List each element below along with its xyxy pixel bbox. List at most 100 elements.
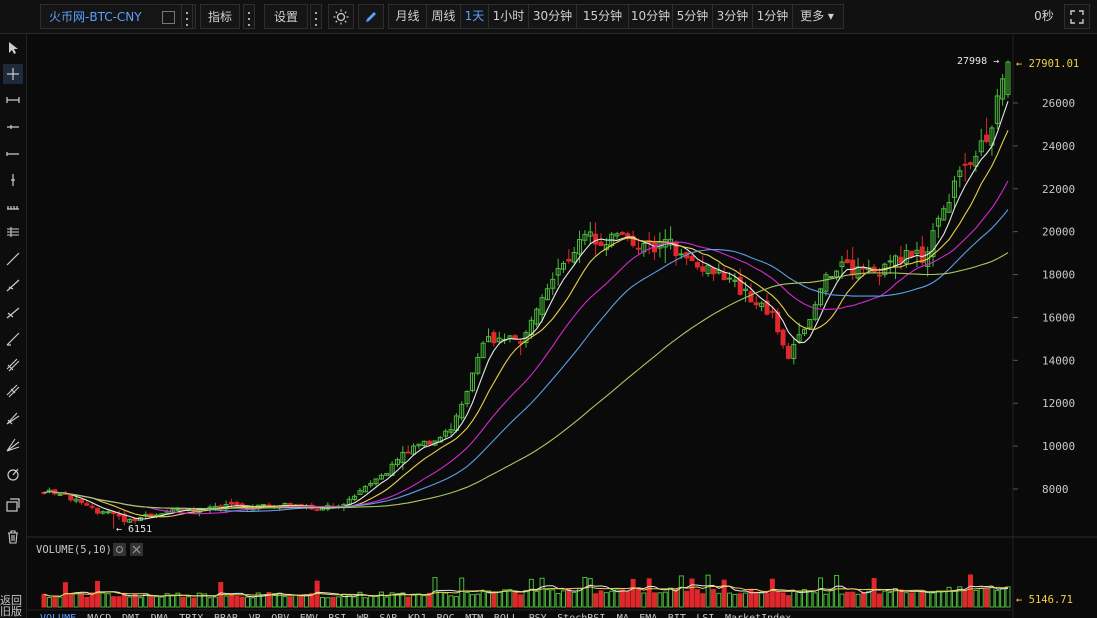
volume-bar (250, 597, 256, 608)
volume-settings-button[interactable] (113, 543, 126, 556)
period-7[interactable]: 5分钟 (673, 4, 713, 29)
angle-line-tool[interactable] (3, 275, 23, 295)
candle-body (116, 513, 122, 517)
period-0[interactable]: 月线 (389, 4, 427, 29)
edit-icon[interactable] (162, 11, 175, 24)
theme-button[interactable] (328, 4, 354, 29)
draw-button[interactable] (358, 4, 384, 29)
stack-tool[interactable] (3, 495, 23, 515)
volume-bar (293, 594, 299, 608)
vertical-line-tool[interactable] (3, 170, 23, 190)
indicator-tab-stochrsi[interactable]: StochRSI (557, 613, 605, 618)
settings-menu-button[interactable] (310, 4, 322, 29)
indicator-tab-brar[interactable]: BRAR (214, 613, 239, 618)
candle-body (593, 233, 599, 245)
kline-chart[interactable]: 8000 10000 12000 14000 16000 18000 20000 22000 2… (0, 0, 1097, 618)
symbol-selector[interactable]: 火币网-BTC-CNY (40, 4, 196, 29)
volume-bar (121, 593, 127, 608)
volume-bar (325, 597, 331, 608)
volume-title: VOLUME(5,10) (36, 544, 112, 556)
indicator-tab-marketindex[interactable]: MarketIndex (725, 613, 791, 618)
volume-bar (710, 588, 716, 608)
crosshair-tool[interactable] (3, 64, 23, 84)
symbol-menu-button[interactable] (181, 4, 193, 29)
indicator-tab-obv[interactable]: OBV (271, 613, 289, 618)
segment-tool[interactable] (3, 90, 23, 110)
candle-body (68, 494, 74, 501)
candle-body (689, 255, 695, 262)
volume-bar (352, 596, 358, 608)
indicator-tab-macd[interactable]: MACD (87, 613, 111, 618)
indicator-tab-ma[interactable]: MA (617, 613, 629, 618)
cursor-tool[interactable] (3, 38, 23, 58)
period-1[interactable]: 周线 (427, 4, 461, 29)
candle-body (769, 310, 775, 313)
period-3[interactable]: 1小时 (489, 4, 529, 29)
parallel-lines-tool[interactable] (3, 222, 23, 242)
period-2[interactable]: 1天 (461, 4, 489, 29)
trash-icon (8, 530, 18, 544)
fib-fan-tool[interactable] (3, 408, 23, 428)
trend-line-tool[interactable] (3, 249, 23, 269)
indicator-tab-boll[interactable]: BOLL (494, 613, 518, 618)
extended-line-tool[interactable] (3, 329, 23, 349)
fullscreen-button[interactable] (1064, 4, 1090, 29)
volume-bar (684, 590, 690, 608)
price-tick-label: 26000 (1042, 97, 1075, 110)
period-6[interactable]: 10分钟 (629, 4, 673, 29)
pitchfork-tool[interactable] (3, 355, 23, 375)
back-to-legacy-link[interactable]: 返回 旧版 (0, 595, 28, 617)
period-9[interactable]: 1分钟 (753, 4, 793, 29)
period-4[interactable]: 30分钟 (529, 4, 577, 29)
volume-bar (614, 589, 620, 608)
indicator-tab-emv[interactable]: EMV (300, 613, 318, 618)
period-8[interactable]: 3分钟 (713, 4, 753, 29)
volume-bar (925, 592, 931, 608)
gann-fan-tool[interactable] (3, 435, 23, 455)
indicator-tab-rsi[interactable]: RSI (328, 613, 346, 618)
period-5[interactable]: 15分钟 (577, 4, 629, 29)
indicator-tab-bit[interactable]: BIT (668, 613, 686, 618)
indicators-menu-button[interactable] (243, 4, 255, 29)
volume-bar (234, 595, 240, 608)
fib-retracement-tool[interactable] (3, 381, 23, 401)
parallel-channel-tool[interactable] (3, 302, 23, 322)
settings-button[interactable]: 设置 (264, 4, 308, 29)
spiral-tool[interactable] (3, 464, 23, 484)
volume-bar (855, 593, 861, 608)
horizontal-ray-tool[interactable] (3, 117, 23, 137)
period-10[interactable]: 更多 ▾ (793, 4, 841, 29)
indicator-tab-roc[interactable]: ROC (437, 613, 455, 618)
volume-bar (839, 593, 845, 608)
indicator-tab-trix[interactable]: TRIX (179, 613, 203, 618)
volume-bar (823, 593, 829, 608)
candle-body (635, 247, 641, 250)
indicator-tab-dma[interactable]: DMA (151, 613, 169, 618)
trend-line-icon (6, 252, 20, 266)
symbol-label: 火币网-BTC-CNY (49, 10, 142, 24)
indicators-button[interactable]: 指标 (200, 4, 240, 29)
volume-bar (775, 590, 781, 608)
indicator-tab-kdj[interactable]: KDJ (408, 613, 426, 618)
trash-tool[interactable] (3, 527, 23, 547)
indicator-tab-dmi[interactable]: DMI (122, 613, 140, 618)
indicator-tab-volume[interactable]: VOLUME (40, 613, 76, 618)
indicator-tab-wr[interactable]: WR (357, 613, 370, 618)
indicator-tab-mtm[interactable]: MTM (465, 613, 483, 618)
volume-bar (41, 593, 47, 608)
volume-bar (635, 588, 641, 608)
parallel-channel-icon (6, 307, 20, 319)
stack-icon (6, 498, 20, 512)
volume-bar (550, 589, 556, 608)
indicator-tab-vr[interactable]: VR (249, 613, 262, 618)
indicator-tab-ema[interactable]: EMA (639, 613, 657, 618)
volume-bar (893, 588, 899, 608)
indicator-tab-sar[interactable]: SAR (379, 613, 398, 618)
ray-tool[interactable] (3, 144, 23, 164)
indicator-tab-psy[interactable]: PSY (529, 613, 547, 618)
candle-body (153, 514, 159, 517)
indicator-tab-lsi[interactable]: LSI (696, 613, 714, 618)
volume-bar (336, 596, 342, 608)
price-range-tool[interactable] (3, 196, 23, 216)
candle-body (598, 241, 604, 247)
